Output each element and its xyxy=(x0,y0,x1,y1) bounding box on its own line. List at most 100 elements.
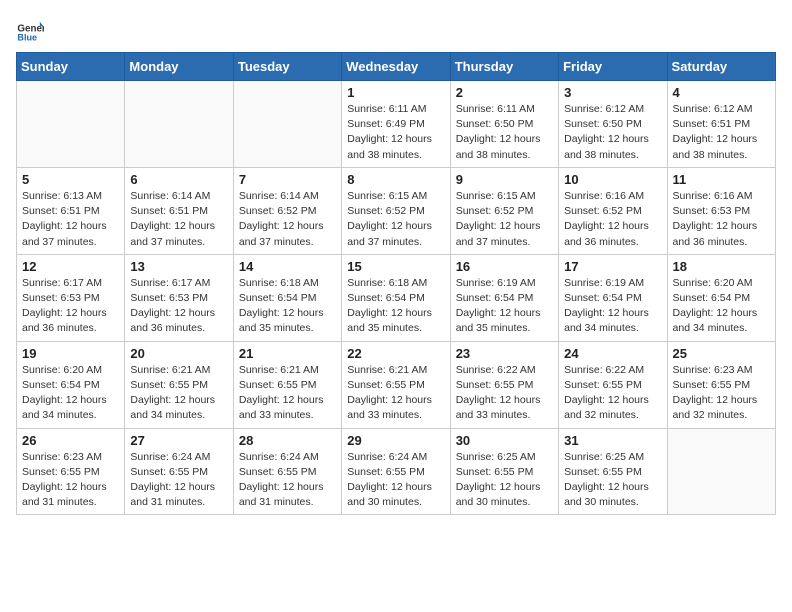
calendar-cell: 7 Sunrise: 6:14 AM Sunset: 6:52 PM Daylig… xyxy=(233,167,341,254)
weekday-wednesday: Wednesday xyxy=(342,53,450,81)
day-info: Sunrise: 6:23 AM Sunset: 6:55 PM Dayligh… xyxy=(673,363,770,424)
day-number: 20 xyxy=(130,346,227,361)
day-info: Sunrise: 6:24 AM Sunset: 6:55 PM Dayligh… xyxy=(130,450,227,511)
calendar-cell: 23Sunrise: 6:22 AM Sunset: 6:55 PM Dayli… xyxy=(450,341,558,428)
calendar-cell: 1 Sunrise: 6:11 AM Sunset: 6:49 PM Daylig… xyxy=(342,81,450,168)
calendar-week-2: 5Sunrise: 6:13 AM Sunset: 6:51 PM Daylig… xyxy=(17,167,776,254)
calendar-cell: 10 Sunrise: 6:16 AM Sunset: 6:52 PM Dayli… xyxy=(559,167,667,254)
day-info: Sunrise: 6:21 AM Sunset: 6:55 PM Dayligh… xyxy=(239,363,336,424)
weekday-monday: Monday xyxy=(125,53,233,81)
calendar-cell: 17 Sunrise: 6:19 AM Sunset: 6:54 PM Dayli… xyxy=(559,254,667,341)
calendar-week-1: 1 Sunrise: 6:11 AM Sunset: 6:49 PM Daylig… xyxy=(17,81,776,168)
day-number: 22 xyxy=(347,346,444,361)
calendar-week-3: 12 Sunrise: 6:17 AM Sunset: 6:53 PM Dayli… xyxy=(17,254,776,341)
day-info: Sunrise: 6:21 AM Sunset: 6:55 PM Dayligh… xyxy=(130,363,227,424)
day-info: Sunrise: 6:25 AM Sunset: 6:55 PM Dayligh… xyxy=(564,450,661,511)
calendar-cell: 24 Sunrise: 6:22 AM Sunset: 6:55 PM Dayli… xyxy=(559,341,667,428)
calendar-cell: 20 Sunrise: 6:21 AM Sunset: 6:55 PM Dayli… xyxy=(125,341,233,428)
day-info: Sunrise: 6:16 AM Sunset: 6:52 PM Dayligh… xyxy=(564,189,661,250)
calendar-cell: 9Sunrise: 6:15 AM Sunset: 6:52 PM Daylig… xyxy=(450,167,558,254)
day-info: Sunrise: 6:14 AM Sunset: 6:52 PM Dayligh… xyxy=(239,189,336,250)
calendar-cell: 8 Sunrise: 6:15 AM Sunset: 6:52 PM Daylig… xyxy=(342,167,450,254)
day-info: Sunrise: 6:18 AM Sunset: 6:54 PM Dayligh… xyxy=(347,276,444,337)
calendar-cell xyxy=(233,81,341,168)
page-header: General Blue xyxy=(16,16,776,44)
day-number: 28 xyxy=(239,433,336,448)
calendar-cell: 11 Sunrise: 6:16 AM Sunset: 6:53 PM Dayli… xyxy=(667,167,775,254)
weekday-thursday: Thursday xyxy=(450,53,558,81)
day-number: 16 xyxy=(456,259,553,274)
day-info: Sunrise: 6:11 AM Sunset: 6:49 PM Dayligh… xyxy=(347,102,444,163)
day-info: Sunrise: 6:18 AM Sunset: 6:54 PM Dayligh… xyxy=(239,276,336,337)
day-info: Sunrise: 6:14 AM Sunset: 6:51 PM Dayligh… xyxy=(130,189,227,250)
day-number: 21 xyxy=(239,346,336,361)
calendar-week-5: 26 Sunrise: 6:23 AM Sunset: 6:55 PM Dayli… xyxy=(17,428,776,515)
day-number: 24 xyxy=(564,346,661,361)
calendar-cell: 14 Sunrise: 6:18 AM Sunset: 6:54 PM Dayli… xyxy=(233,254,341,341)
calendar-cell: 25 Sunrise: 6:23 AM Sunset: 6:55 PM Dayli… xyxy=(667,341,775,428)
day-number: 8 xyxy=(347,172,444,187)
logo: General Blue xyxy=(16,16,44,44)
day-info: Sunrise: 6:21 AM Sunset: 6:55 PM Dayligh… xyxy=(347,363,444,424)
day-number: 7 xyxy=(239,172,336,187)
calendar-cell: 26 Sunrise: 6:23 AM Sunset: 6:55 PM Dayli… xyxy=(17,428,125,515)
day-number: 4 xyxy=(673,85,770,100)
calendar-cell: 15Sunrise: 6:18 AM Sunset: 6:54 PM Dayli… xyxy=(342,254,450,341)
calendar-cell: 18 Sunrise: 6:20 AM Sunset: 6:54 PM Dayli… xyxy=(667,254,775,341)
day-number: 11 xyxy=(673,172,770,187)
calendar-cell: 28 Sunrise: 6:24 AM Sunset: 6:55 PM Dayli… xyxy=(233,428,341,515)
calendar-cell xyxy=(667,428,775,515)
day-number: 1 xyxy=(347,85,444,100)
calendar-cell: 12 Sunrise: 6:17 AM Sunset: 6:53 PM Dayli… xyxy=(17,254,125,341)
day-number: 29 xyxy=(347,433,444,448)
day-number: 14 xyxy=(239,259,336,274)
day-info: Sunrise: 6:23 AM Sunset: 6:55 PM Dayligh… xyxy=(22,450,119,511)
day-info: Sunrise: 6:20 AM Sunset: 6:54 PM Dayligh… xyxy=(673,276,770,337)
day-number: 3 xyxy=(564,85,661,100)
day-info: Sunrise: 6:12 AM Sunset: 6:50 PM Dayligh… xyxy=(564,102,661,163)
calendar-cell: 3 Sunrise: 6:12 AM Sunset: 6:50 PM Daylig… xyxy=(559,81,667,168)
day-number: 17 xyxy=(564,259,661,274)
calendar-cell: 19 Sunrise: 6:20 AM Sunset: 6:54 PM Dayli… xyxy=(17,341,125,428)
day-number: 5 xyxy=(22,172,119,187)
calendar-cell: 22 Sunrise: 6:21 AM Sunset: 6:55 PM Dayli… xyxy=(342,341,450,428)
weekday-saturday: Saturday xyxy=(667,53,775,81)
calendar-cell: 27 Sunrise: 6:24 AM Sunset: 6:55 PM Dayli… xyxy=(125,428,233,515)
calendar-cell: 16 Sunrise: 6:19 AM Sunset: 6:54 PM Dayli… xyxy=(450,254,558,341)
day-number: 27 xyxy=(130,433,227,448)
calendar-cell: 29Sunrise: 6:24 AM Sunset: 6:55 PM Dayli… xyxy=(342,428,450,515)
calendar-cell: 2Sunrise: 6:11 AM Sunset: 6:50 PM Daylig… xyxy=(450,81,558,168)
day-number: 26 xyxy=(22,433,119,448)
day-number: 25 xyxy=(673,346,770,361)
day-info: Sunrise: 6:19 AM Sunset: 6:54 PM Dayligh… xyxy=(564,276,661,337)
day-info: Sunrise: 6:15 AM Sunset: 6:52 PM Dayligh… xyxy=(456,189,553,250)
day-info: Sunrise: 6:11 AM Sunset: 6:50 PM Dayligh… xyxy=(456,102,553,163)
calendar-cell: 4 Sunrise: 6:12 AM Sunset: 6:51 PM Daylig… xyxy=(667,81,775,168)
day-number: 6 xyxy=(130,172,227,187)
day-number: 12 xyxy=(22,259,119,274)
calendar-cell: 30Sunrise: 6:25 AM Sunset: 6:55 PM Dayli… xyxy=(450,428,558,515)
day-info: Sunrise: 6:24 AM Sunset: 6:55 PM Dayligh… xyxy=(239,450,336,511)
weekday-sunday: Sunday xyxy=(17,53,125,81)
day-number: 13 xyxy=(130,259,227,274)
day-number: 30 xyxy=(456,433,553,448)
day-info: Sunrise: 6:16 AM Sunset: 6:53 PM Dayligh… xyxy=(673,189,770,250)
day-number: 10 xyxy=(564,172,661,187)
day-info: Sunrise: 6:20 AM Sunset: 6:54 PM Dayligh… xyxy=(22,363,119,424)
day-number: 19 xyxy=(22,346,119,361)
calendar-week-4: 19 Sunrise: 6:20 AM Sunset: 6:54 PM Dayli… xyxy=(17,341,776,428)
day-number: 18 xyxy=(673,259,770,274)
day-info: Sunrise: 6:15 AM Sunset: 6:52 PM Dayligh… xyxy=(347,189,444,250)
calendar-cell: 13Sunrise: 6:17 AM Sunset: 6:53 PM Dayli… xyxy=(125,254,233,341)
day-info: Sunrise: 6:17 AM Sunset: 6:53 PM Dayligh… xyxy=(22,276,119,337)
weekday-friday: Friday xyxy=(559,53,667,81)
day-info: Sunrise: 6:12 AM Sunset: 6:51 PM Dayligh… xyxy=(673,102,770,163)
calendar-table: SundayMondayTuesdayWednesdayThursdayFrid… xyxy=(16,52,776,515)
day-info: Sunrise: 6:22 AM Sunset: 6:55 PM Dayligh… xyxy=(564,363,661,424)
weekday-tuesday: Tuesday xyxy=(233,53,341,81)
calendar-cell xyxy=(17,81,125,168)
svg-text:Blue: Blue xyxy=(17,33,37,43)
day-info: Sunrise: 6:19 AM Sunset: 6:54 PM Dayligh… xyxy=(456,276,553,337)
calendar-cell xyxy=(125,81,233,168)
day-info: Sunrise: 6:22 AM Sunset: 6:55 PM Dayligh… xyxy=(456,363,553,424)
